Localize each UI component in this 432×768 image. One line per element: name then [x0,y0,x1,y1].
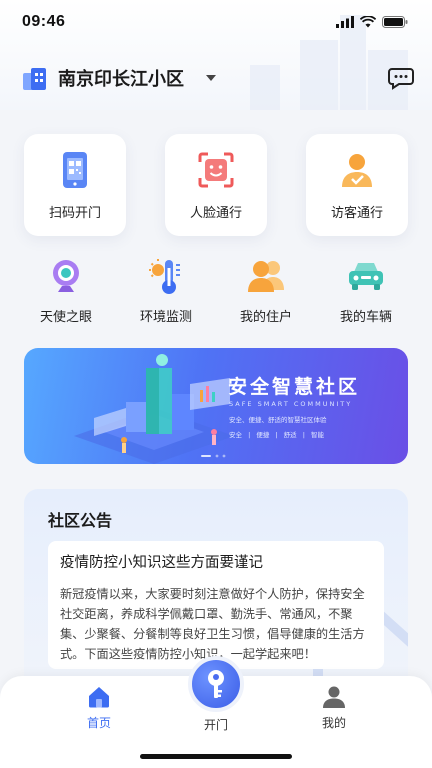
key-icon [208,670,224,698]
open-door-button[interactable] [188,656,244,712]
announcement-body: 新冠疫情以来，大家要时刻注意做好个人防护，保持安全社交距离，养成科学佩戴口罩、勤… [60,587,365,661]
face-scan-icon [198,152,234,187]
status-bar: 09:46 [0,0,432,44]
tab-open-label: 开门 [203,718,228,732]
environment-label: 环境监测 [139,310,192,325]
face-pass-card[interactable]: 人脸通行 [165,134,267,236]
residents-icon [248,261,284,292]
camera-icon [53,260,79,292]
scan-open-label: 扫码开门 [48,205,101,221]
banner-tags: 安全 | 便捷 | 舒适 | 智能 [229,431,324,439]
home-indicator [140,754,292,759]
residents-item[interactable]: 我的住户 [220,256,312,325]
vehicles-item[interactable]: 我的车辆 [320,256,412,325]
promo-banner[interactable]: 安全智慧社区 SAFE SMART COMMUNITY 安全、便捷、舒适的智慧社… [24,348,408,464]
thermometer-icon [149,259,180,294]
building-icon [23,68,46,90]
qr-phone-icon [63,151,87,188]
announcement-title: 社区公告 [48,511,113,530]
announcement-card[interactable]: 疫情防控小知识这些方面要谨记 新冠疫情以来，大家要时刻注意做好个人防护，保持安全… [48,541,384,669]
home-icon [89,687,109,708]
car-icon [349,263,383,290]
user-icon [323,686,345,708]
app-header: 南京印长江小区 [0,56,432,100]
signal-icon [336,16,354,28]
smart-city-illustration [74,354,234,464]
wifi-icon [360,16,376,28]
battery-icon [382,16,408,28]
service-menu: 天使之眼 环境监测 我的住户 我的车辆 [20,256,412,325]
residents-label: 我的住户 [239,310,292,325]
tab-home[interactable]: 首页 [59,686,139,731]
banner-description: 安全、便捷、舒适的智慧社区体验 [229,416,327,424]
announcement-headline: 疫情防控小知识这些方面要谨记 [60,555,263,571]
scan-open-card[interactable]: 扫码开门 [24,134,126,236]
angel-eye-label: 天使之眼 [39,310,92,325]
community-selector[interactable]: 南京印长江小区 [58,65,184,91]
environment-item[interactable]: 环境监测 [120,256,212,325]
angel-eye-item[interactable]: 天使之眼 [20,256,112,325]
banner-pagination [201,454,226,458]
visitor-pass-card[interactable]: 访客通行 [306,134,408,236]
tab-open-door[interactable]: 开门 [176,656,256,733]
visitor-icon [342,153,372,187]
message-icon[interactable] [388,66,414,90]
tab-home-label: 首页 [86,716,111,730]
status-time: 09:46 [22,13,66,30]
vehicles-label: 我的车辆 [339,310,392,325]
quick-actions: 扫码开门 人脸通行 访客通行 [24,134,408,236]
visitor-pass-label: 访客通行 [330,205,383,221]
banner-title: 安全智慧社区 [228,376,361,398]
face-pass-label: 人脸通行 [189,205,242,221]
tab-me[interactable]: 我的 [294,686,374,731]
tab-me-label: 我的 [321,716,346,730]
banner-subtitle: SAFE SMART COMMUNITY [229,400,353,408]
chevron-down-icon[interactable] [206,75,216,81]
